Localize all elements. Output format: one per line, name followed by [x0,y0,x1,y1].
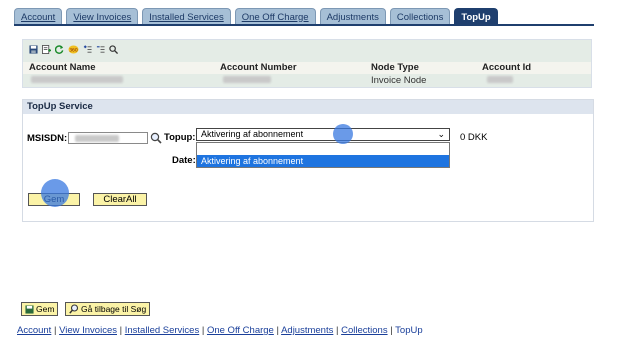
search-icon[interactable] [109,45,118,54]
topup-service-panel: TopUp Service MSISDN: Topup: Aktivering … [22,99,594,222]
separator: | [276,325,279,336]
topup-select[interactable]: Aktivering af abonnement ⌄ [196,128,450,141]
pointer-indicator [333,124,353,144]
link-adjustments[interactable]: Adjustments [281,325,333,336]
dropdown-option[interactable]: Aktivering af abonnement [197,155,449,167]
clear-all-button[interactable]: ClearAll [93,193,147,206]
date-label: Date: [172,155,196,166]
link-collections[interactable]: Collections [341,325,387,336]
save-icon[interactable] [29,45,38,54]
msisdn-search-icon[interactable] [150,132,162,144]
save-icon [25,304,34,314]
tab-bar: Account View Invoices Installed Services… [14,8,502,25]
refresh-icon[interactable] [55,45,64,54]
add-record-icon[interactable] [42,45,51,54]
msisdn-input[interactable] [68,132,148,144]
tab-label: Collections [396,11,444,23]
msisdn-label: MSISDN: [27,133,68,144]
tab-underline [14,24,594,26]
tab-label: TopUp [461,11,491,23]
view-360-icon[interactable]: 360 [68,45,79,54]
tab-label: One Off Charge [241,11,309,23]
account-id-header: Account Id [482,62,532,73]
topup-amount: 0 DKK [460,132,488,143]
back-to-search-label: Gå tilbage til Søg [81,304,147,314]
account-info-panel: 360 Account Name Account Number Node Typ… [22,39,592,88]
expand-all-icon[interactable] [83,45,92,54]
account-name-value [31,75,123,86]
tab-view-invoices[interactable]: View Invoices [66,8,139,25]
account-name-header: Account Name [29,62,96,73]
link-account[interactable]: Account [17,325,51,336]
chevron-down-icon: ⌄ [437,129,445,139]
link-one-off-charge[interactable]: One Off Charge [207,325,274,336]
account-toolbar: 360 [29,45,118,54]
separator: | [53,325,57,336]
account-number-value [223,75,271,86]
link-view-invoices[interactable]: View Invoices [59,325,117,336]
tab-label: Adjustments [326,11,379,23]
separator: | [390,325,393,336]
search-icon [69,304,79,314]
topup-selected-value: Aktivering af abonnement [201,129,304,139]
link-installed-services[interactable]: Installed Services [125,325,199,336]
collapse-all-icon[interactable] [96,45,105,54]
current-page-label: TopUp [395,325,423,336]
node-type-header: Node Type [371,62,419,73]
separator: | [119,325,123,336]
bottom-nav-links: Account | View Invoices | Installed Serv… [17,325,423,336]
account-id-value [487,75,513,86]
tab-account[interactable]: Account [14,8,63,25]
svg-text:360: 360 [69,47,78,53]
node-type-value: Invoice Node [371,75,427,86]
separator: | [201,325,205,336]
tab-collections[interactable]: Collections [389,8,451,25]
account-number-header: Account Number [220,62,297,73]
click-indicator [41,179,69,207]
topup-label: Topup: [164,132,196,143]
tab-one-off-charge[interactable]: One Off Charge [234,8,316,25]
tab-label: Installed Services [149,11,224,23]
back-to-search-button[interactable]: Gå tilbage til Søg [65,302,151,316]
tab-label: View Invoices [73,11,132,23]
topup-dropdown-list: Aktivering af abonnement [196,142,450,168]
tab-topup[interactable]: TopUp [454,8,498,25]
tab-installed-services[interactable]: Installed Services [142,8,231,25]
bottom-save-label: Gem [36,304,55,314]
tab-label: Account [21,11,56,23]
separator: | [336,325,339,336]
bottom-save-button[interactable]: Gem [21,302,59,316]
tab-adjustments[interactable]: Adjustments [319,8,386,25]
topup-service-title: TopUp Service [23,100,593,114]
